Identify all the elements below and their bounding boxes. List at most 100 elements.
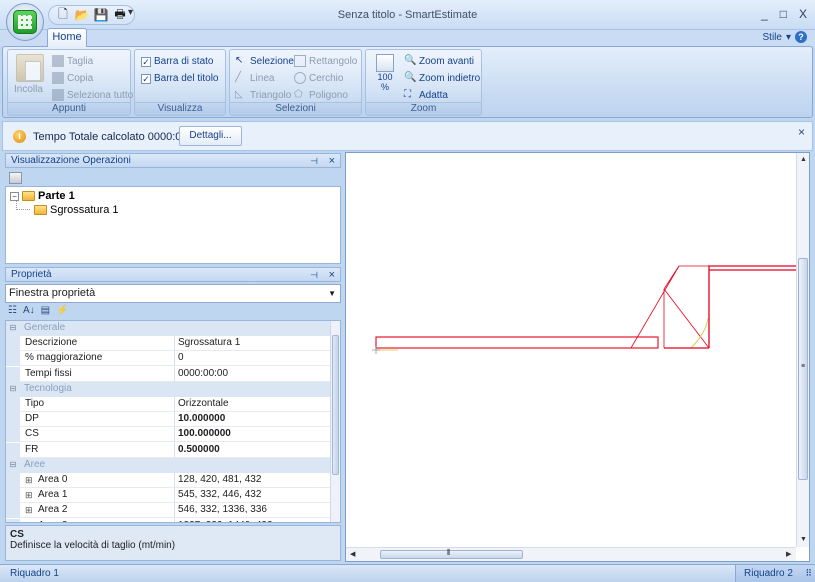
help-icon[interactable]: ? [795, 31, 807, 43]
group-selezioni: ↖ Selezione Rettangolo ╱ Linea Cerchio ◺ Tr… [229, 49, 362, 116]
property-value[interactable]: 0 [175, 351, 332, 367]
category-label: Aree [24, 458, 46, 470]
property-pages-icon[interactable]: ▤ [41, 305, 50, 316]
property-row[interactable]: Area 0 ⊞ 128, 420, 481, 432 [6, 473, 332, 488]
circle-icon [294, 72, 306, 84]
row-gutter [6, 336, 20, 352]
resize-grip-icon[interactable]: ⠿ [805, 565, 812, 582]
scroll-right-icon[interactable]: ▶ [786, 550, 791, 558]
property-category[interactable]: ⊟ Tecnologia [6, 381, 332, 397]
copy-button[interactable]: Copia [52, 72, 93, 84]
property-value[interactable]: Sgrossatura 1 [175, 336, 332, 352]
minimize-button[interactable]: _ [761, 7, 768, 21]
categorized-icon[interactable]: ☷ [8, 305, 17, 316]
style-menu[interactable]: Stile ▾ ? [763, 31, 807, 43]
properties-pane-title: Proprietà [11, 269, 52, 280]
polygon-tool-button[interactable]: ⬠ Poligono [294, 89, 348, 101]
plus-icon[interactable]: ⊞ [25, 473, 33, 487]
property-row[interactable]: DP 10.000000 [6, 412, 332, 428]
expand-icon[interactable] [6, 518, 20, 522]
scroll-left-icon[interactable]: ◀ [350, 550, 355, 558]
cut-button[interactable]: Taglia [52, 55, 93, 67]
properties-pane-header: Proprietà ⊣ × [5, 267, 341, 282]
plus-icon[interactable]: ⊞ [25, 503, 33, 517]
select-all-button[interactable]: Seleziona tutto [52, 89, 133, 101]
canvas-vertical-scrollbar[interactable]: ▲ ≡ ▼ [796, 153, 809, 547]
scrollbar-thumb[interactable]: ≡ [798, 258, 808, 480]
close-button[interactable]: X [799, 7, 807, 21]
property-row[interactable]: Tempi fissi 0000:00:00 [6, 366, 332, 382]
fit-label: Adatta [419, 89, 448, 101]
chevron-down-icon: ▾ [785, 31, 791, 43]
property-value[interactable]: 0000:00:00 [175, 367, 332, 382]
drawing-canvas[interactable]: ▲ ≡ ▼ ◀ ⦀ ▶ [345, 152, 810, 562]
expand-icon[interactable] [6, 488, 20, 504]
app-menu-button[interactable] [6, 3, 44, 41]
property-row[interactable]: Area 3⊞ 1337, 332, 1449, 432 [6, 518, 332, 522]
pin-icon[interactable]: ⊣ [310, 154, 318, 168]
property-category[interactable]: ⊟ Aree [6, 457, 332, 473]
collapse-icon[interactable]: − [10, 191, 19, 201]
property-row[interactable]: CS 100.000000 [6, 427, 332, 443]
circle-tool-button[interactable]: Cerchio [294, 72, 343, 84]
status-right-label: Riquadro 2 [744, 568, 793, 579]
property-value[interactable]: Orizzontale [175, 397, 332, 412]
group-zoom: 100 % 🔍 Zoom avanti 🔍 Zoom indietro ⛶ Adatt… [365, 49, 482, 116]
events-icon[interactable]: ⚡ [56, 305, 68, 316]
property-label: Area 3 [20, 518, 175, 522]
triangle-label: Triangolo [250, 89, 292, 101]
close-icon[interactable]: × [798, 125, 805, 139]
properties-object-select[interactable]: Finestra proprietà ▼ [5, 284, 341, 303]
cut-label: Taglia [67, 55, 94, 67]
scrollbar-thumb[interactable]: ⦀ [380, 548, 523, 559]
property-value[interactable]: 1337, 332, 1449, 432 [175, 519, 332, 522]
property-value[interactable]: 128, 420, 481, 432 [175, 473, 332, 488]
property-value[interactable]: 10.000000 [175, 412, 332, 428]
canvas-horizontal-scrollbar[interactable]: ◀ ⦀ ▶ [346, 547, 796, 561]
title-bar-checkbox[interactable]: ✓ Barra del titolo [141, 73, 218, 84]
plus-icon[interactable]: ⊞ [25, 488, 33, 502]
pin-icon[interactable]: ⊣ [310, 268, 318, 282]
property-value[interactable]: 545, 332, 446, 432 [175, 488, 332, 504]
close-icon[interactable]: × [329, 268, 335, 282]
status-bar-checkbox[interactable]: ✓ Barra di stato [141, 56, 213, 67]
maximize-button[interactable]: □ [780, 7, 787, 21]
property-row[interactable]: Descrizione Sgrossatura 1 [6, 336, 332, 352]
zoom-out-button[interactable]: 🔍 Zoom indietro [404, 72, 480, 84]
tab-home[interactable]: Home [47, 28, 87, 47]
paste-button[interactable]: Incolla [14, 84, 43, 95]
operations-list-icon[interactable] [9, 172, 22, 184]
checkmark-icon: ✓ [141, 56, 151, 67]
grip-icon: ≡ [801, 363, 806, 370]
selection-tool-button[interactable]: ↖ Selezione [235, 55, 294, 67]
scroll-down-icon[interactable]: ▼ [800, 536, 807, 543]
property-row[interactable]: Area 1 ⊞ 545, 332, 446, 432 [6, 488, 332, 504]
expand-icon[interactable] [6, 473, 20, 488]
details-button[interactable]: Dettagli... [179, 126, 242, 146]
rectangle-tool-button[interactable]: Rettangolo [294, 55, 357, 67]
property-grid-scrollbar[interactable] [330, 321, 340, 522]
plus-icon[interactable]: ⊞ [25, 519, 33, 522]
property-value[interactable]: 100.000000 [175, 427, 332, 443]
property-row[interactable]: % maggiorazione 0 [6, 351, 332, 367]
zoom-in-button[interactable]: 🔍 Zoom avanti [404, 55, 474, 67]
close-icon[interactable]: × [329, 154, 335, 168]
expand-icon[interactable] [6, 503, 20, 519]
scrollbar-thumb[interactable] [332, 335, 339, 475]
property-category[interactable]: ⊟ Generale [6, 321, 332, 336]
tree-item-child[interactable]: Sgrossatura 1 [34, 204, 119, 216]
property-value[interactable]: 0.500000 [175, 443, 332, 458]
line-tool-button[interactable]: ╱ Linea [235, 72, 274, 84]
alphabetical-icon[interactable]: A↓ [23, 305, 35, 316]
scroll-up-icon[interactable]: ▲ [800, 156, 807, 163]
property-row[interactable]: Tipo Orizzontale [6, 397, 332, 412]
property-value[interactable]: 546, 332, 1336, 336 [175, 503, 332, 519]
properties-combo-value: Finestra proprietà [9, 287, 96, 299]
property-row[interactable]: Area 2 ⊞ 546, 332, 1336, 336 [6, 503, 332, 519]
triangle-tool-button[interactable]: ◺ Triangolo [235, 89, 291, 101]
zoom-100-button[interactable]: 100 % [372, 54, 398, 92]
property-row[interactable]: FR 0.500000 [6, 442, 332, 458]
zoom-in-icon: 🔍 [404, 55, 417, 66]
selection-label: Selezione [250, 55, 294, 67]
fit-button[interactable]: ⛶ Adatta [404, 89, 448, 101]
